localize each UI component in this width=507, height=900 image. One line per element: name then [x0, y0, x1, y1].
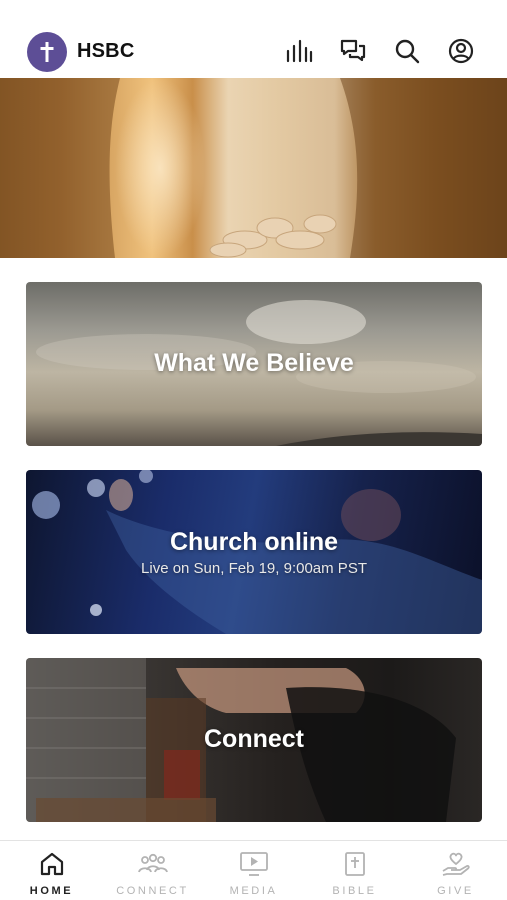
card-connect[interactable]: Connect	[26, 658, 482, 822]
tab-give[interactable]: GIVE	[405, 841, 506, 900]
card-title: Church online	[169, 528, 339, 556]
empty-tomb-image	[0, 78, 507, 258]
card-subtitle: Live on Sun, Feb 19, 9:00am PST	[141, 560, 367, 577]
card-title: What We Believe	[154, 349, 354, 377]
bottom-tab-bar: HOME CONNECT MEDIA BIBLE GIVE	[0, 840, 507, 900]
chat-button[interactable]	[338, 36, 368, 66]
hero-image	[0, 78, 507, 258]
app-name: HSBC	[77, 40, 135, 62]
tab-label: GIVE	[437, 885, 474, 897]
church-logo[interactable]	[27, 32, 67, 72]
tab-bible[interactable]: BIBLE	[304, 841, 405, 900]
play-screen-icon	[239, 852, 268, 876]
tab-label: CONNECT	[116, 885, 189, 897]
give-heart-hand-icon	[442, 852, 470, 876]
tab-connect[interactable]: CONNECT	[102, 841, 203, 900]
tab-label: MEDIA	[229, 885, 278, 897]
people-icon	[137, 853, 168, 873]
account-button[interactable]	[446, 36, 476, 66]
tab-label: BIBLE	[332, 885, 377, 897]
tab-home[interactable]: HOME	[1, 841, 102, 900]
card-title: Connect	[204, 725, 304, 753]
tab-media[interactable]: MEDIA	[203, 841, 304, 900]
bible-icon	[344, 852, 365, 876]
chat-icon	[340, 39, 366, 62]
audio-bars-icon	[286, 39, 313, 63]
tab-label: HOME	[29, 885, 74, 897]
search-button[interactable]	[392, 36, 422, 66]
search-icon	[395, 39, 420, 64]
app-header: HSBC	[0, 0, 507, 78]
home-icon	[40, 852, 63, 876]
card-what-we-believe[interactable]: What We Believe	[26, 282, 482, 446]
audio-bars-button[interactable]	[284, 36, 314, 66]
cross-icon	[40, 42, 54, 62]
account-icon	[448, 38, 474, 64]
card-church-online[interactable]: Church online Live on Sun, Feb 19, 9:00a…	[26, 470, 482, 634]
